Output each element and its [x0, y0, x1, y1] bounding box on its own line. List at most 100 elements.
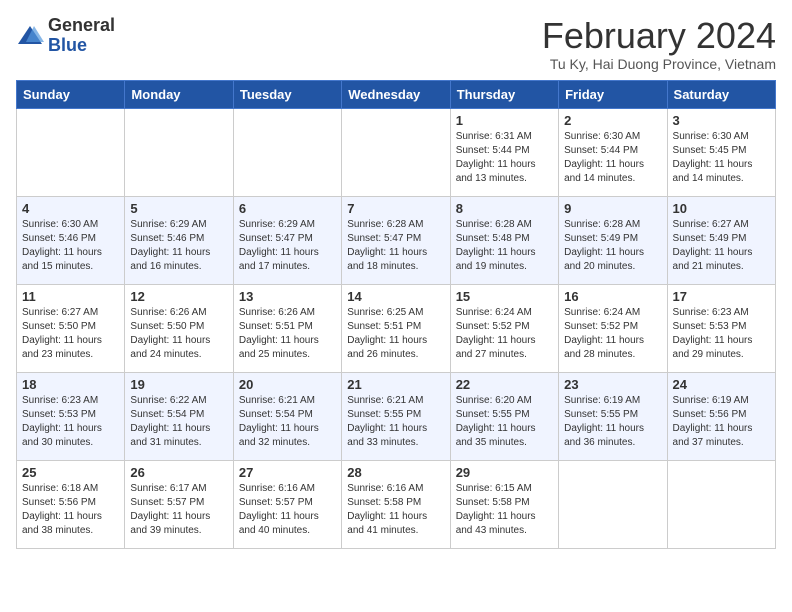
calendar-cell: 20 Sunrise: 6:21 AM Sunset: 5:54 PM Dayli…: [233, 372, 341, 460]
calendar-cell: 16Sunrise: 6:24 AM Sunset: 5:52 PM Dayli…: [559, 284, 667, 372]
day-info: Sunrise: 6:26 AM Sunset: 5:51 PM Dayligh…: [239, 306, 336, 362]
calendar-header-row: SundayMondayTuesdayWednesdayThursdayFrid…: [17, 80, 776, 108]
day-number: 25: [22, 465, 119, 480]
day-info: Sunrise: 6:29 AM Sunset: 5:47 PM Dayligh…: [239, 218, 336, 274]
day-info: Sunrise: 6:16 AM Sunset: 5:58 PM Dayligh…: [347, 482, 444, 538]
day-header-wednesday: Wednesday: [342, 80, 450, 108]
calendar-cell: [233, 108, 341, 196]
day-info: Sunrise: 6:21 AM Sunset: 5:55 PM Dayligh…: [347, 394, 444, 450]
day-info: Sunrise: 6:30 AM Sunset: 5:46 PM Dayligh…: [22, 218, 119, 274]
day-info: Sunrise: 6:15 AM Sunset: 5:58 PM Dayligh…: [456, 482, 553, 538]
day-number: 28: [347, 465, 444, 480]
day-header-thursday: Thursday: [450, 80, 558, 108]
calendar-cell: 24 Sunrise: 6:19 AM Sunset: 5:56 PM Dayli…: [667, 372, 775, 460]
day-number: 4: [22, 201, 119, 216]
day-number: 6: [239, 201, 336, 216]
calendar-cell: 11 Sunrise: 6:27 AM Sunset: 5:50 PM Dayli…: [17, 284, 125, 372]
calendar-cell: 15 Sunrise: 6:24 AM Sunset: 5:52 PM Dayli…: [450, 284, 558, 372]
logo-general-text: General: [48, 15, 115, 35]
day-info: Sunrise: 6:18 AM Sunset: 5:56 PM Dayligh…: [22, 482, 119, 538]
day-info: Sunrise: 6:24 AM Sunset: 5:52 PM Dayligh…: [456, 306, 553, 362]
day-number: 8: [456, 201, 553, 216]
day-info: Sunrise: 6:24 AM Sunset: 5:52 PM Dayligh…: [564, 306, 661, 362]
day-info: Sunrise: 6:27 AM Sunset: 5:49 PM Dayligh…: [673, 218, 770, 274]
calendar-cell: [667, 460, 775, 548]
calendar-cell: 19 Sunrise: 6:22 AM Sunset: 5:54 PM Dayli…: [125, 372, 233, 460]
day-number: 10: [673, 201, 770, 216]
calendar-week-row: 25 Sunrise: 6:18 AM Sunset: 5:56 PM Dayli…: [17, 460, 776, 548]
day-info: Sunrise: 6:17 AM Sunset: 5:57 PM Dayligh…: [130, 482, 227, 538]
day-number: 26: [130, 465, 227, 480]
calendar-cell: [125, 108, 233, 196]
day-header-saturday: Saturday: [667, 80, 775, 108]
day-info: Sunrise: 6:30 AM Sunset: 5:44 PM Dayligh…: [564, 130, 661, 186]
day-number: 5: [130, 201, 227, 216]
day-number: 3: [673, 113, 770, 128]
day-info: Sunrise: 6:28 AM Sunset: 5:48 PM Dayligh…: [456, 218, 553, 274]
day-info: Sunrise: 6:19 AM Sunset: 5:55 PM Dayligh…: [564, 394, 661, 450]
day-header-sunday: Sunday: [17, 80, 125, 108]
logo-blue-text: Blue: [48, 35, 87, 55]
calendar-cell: [17, 108, 125, 196]
day-number: 13: [239, 289, 336, 304]
calendar-cell: 27Sunrise: 6:16 AM Sunset: 5:57 PM Dayli…: [233, 460, 341, 548]
day-number: 1: [456, 113, 553, 128]
calendar-week-row: 1 Sunrise: 6:31 AM Sunset: 5:44 PM Daylig…: [17, 108, 776, 196]
calendar-title: February 2024: [542, 16, 776, 56]
calendar-cell: 21 Sunrise: 6:21 AM Sunset: 5:55 PM Dayli…: [342, 372, 450, 460]
day-number: 19: [130, 377, 227, 392]
calendar-cell: 10 Sunrise: 6:27 AM Sunset: 5:49 PM Dayli…: [667, 196, 775, 284]
logo-icon: [16, 22, 44, 50]
calendar-cell: 4 Sunrise: 6:30 AM Sunset: 5:46 PM Daylig…: [17, 196, 125, 284]
day-number: 29: [456, 465, 553, 480]
calendar-cell: 13 Sunrise: 6:26 AM Sunset: 5:51 PM Dayli…: [233, 284, 341, 372]
day-info: Sunrise: 6:27 AM Sunset: 5:50 PM Dayligh…: [22, 306, 119, 362]
day-info: Sunrise: 6:26 AM Sunset: 5:50 PM Dayligh…: [130, 306, 227, 362]
day-info: Sunrise: 6:16 AM Sunset: 5:57 PM Dayligh…: [239, 482, 336, 538]
logo: General Blue: [16, 16, 115, 56]
day-number: 15: [456, 289, 553, 304]
calendar-cell: 17 Sunrise: 6:23 AM Sunset: 5:53 PM Dayli…: [667, 284, 775, 372]
day-info: Sunrise: 6:23 AM Sunset: 5:53 PM Dayligh…: [673, 306, 770, 362]
day-info: Sunrise: 6:30 AM Sunset: 5:45 PM Dayligh…: [673, 130, 770, 186]
calendar-cell: 3 Sunrise: 6:30 AM Sunset: 5:45 PM Daylig…: [667, 108, 775, 196]
calendar-cell: 12 Sunrise: 6:26 AM Sunset: 5:50 PM Dayli…: [125, 284, 233, 372]
day-number: 2: [564, 113, 661, 128]
day-info: Sunrise: 6:23 AM Sunset: 5:53 PM Dayligh…: [22, 394, 119, 450]
day-number: 9: [564, 201, 661, 216]
day-number: 11: [22, 289, 119, 304]
calendar-cell: 7Sunrise: 6:28 AM Sunset: 5:47 PM Daylig…: [342, 196, 450, 284]
calendar-cell: 5 Sunrise: 6:29 AM Sunset: 5:46 PM Daylig…: [125, 196, 233, 284]
day-number: 7: [347, 201, 444, 216]
calendar-cell: 1 Sunrise: 6:31 AM Sunset: 5:44 PM Daylig…: [450, 108, 558, 196]
day-number: 24: [673, 377, 770, 392]
calendar-cell: [559, 460, 667, 548]
day-number: 20: [239, 377, 336, 392]
calendar-cell: 28 Sunrise: 6:16 AM Sunset: 5:58 PM Dayli…: [342, 460, 450, 548]
day-info: Sunrise: 6:19 AM Sunset: 5:56 PM Dayligh…: [673, 394, 770, 450]
calendar-cell: 29 Sunrise: 6:15 AM Sunset: 5:58 PM Dayli…: [450, 460, 558, 548]
calendar-week-row: 18 Sunrise: 6:23 AM Sunset: 5:53 PM Dayli…: [17, 372, 776, 460]
day-info: Sunrise: 6:28 AM Sunset: 5:49 PM Dayligh…: [564, 218, 661, 274]
day-info: Sunrise: 6:21 AM Sunset: 5:54 PM Dayligh…: [239, 394, 336, 450]
day-number: 21: [347, 377, 444, 392]
day-info: Sunrise: 6:22 AM Sunset: 5:54 PM Dayligh…: [130, 394, 227, 450]
calendar-cell: 18 Sunrise: 6:23 AM Sunset: 5:53 PM Dayli…: [17, 372, 125, 460]
calendar-cell: 9 Sunrise: 6:28 AM Sunset: 5:49 PM Daylig…: [559, 196, 667, 284]
calendar-cell: [342, 108, 450, 196]
day-number: 12: [130, 289, 227, 304]
day-info: Sunrise: 6:29 AM Sunset: 5:46 PM Dayligh…: [130, 218, 227, 274]
day-header-friday: Friday: [559, 80, 667, 108]
day-info: Sunrise: 6:31 AM Sunset: 5:44 PM Dayligh…: [456, 130, 553, 186]
day-number: 22: [456, 377, 553, 392]
calendar-cell: 25 Sunrise: 6:18 AM Sunset: 5:56 PM Dayli…: [17, 460, 125, 548]
calendar-cell: 22Sunrise: 6:20 AM Sunset: 5:55 PM Dayli…: [450, 372, 558, 460]
day-number: 18: [22, 377, 119, 392]
calendar-cell: 2 Sunrise: 6:30 AM Sunset: 5:44 PM Daylig…: [559, 108, 667, 196]
calendar-subtitle: Tu Ky, Hai Duong Province, Vietnam: [542, 56, 776, 72]
day-info: Sunrise: 6:25 AM Sunset: 5:51 PM Dayligh…: [347, 306, 444, 362]
day-header-tuesday: Tuesday: [233, 80, 341, 108]
day-number: 14: [347, 289, 444, 304]
day-header-monday: Monday: [125, 80, 233, 108]
day-number: 17: [673, 289, 770, 304]
